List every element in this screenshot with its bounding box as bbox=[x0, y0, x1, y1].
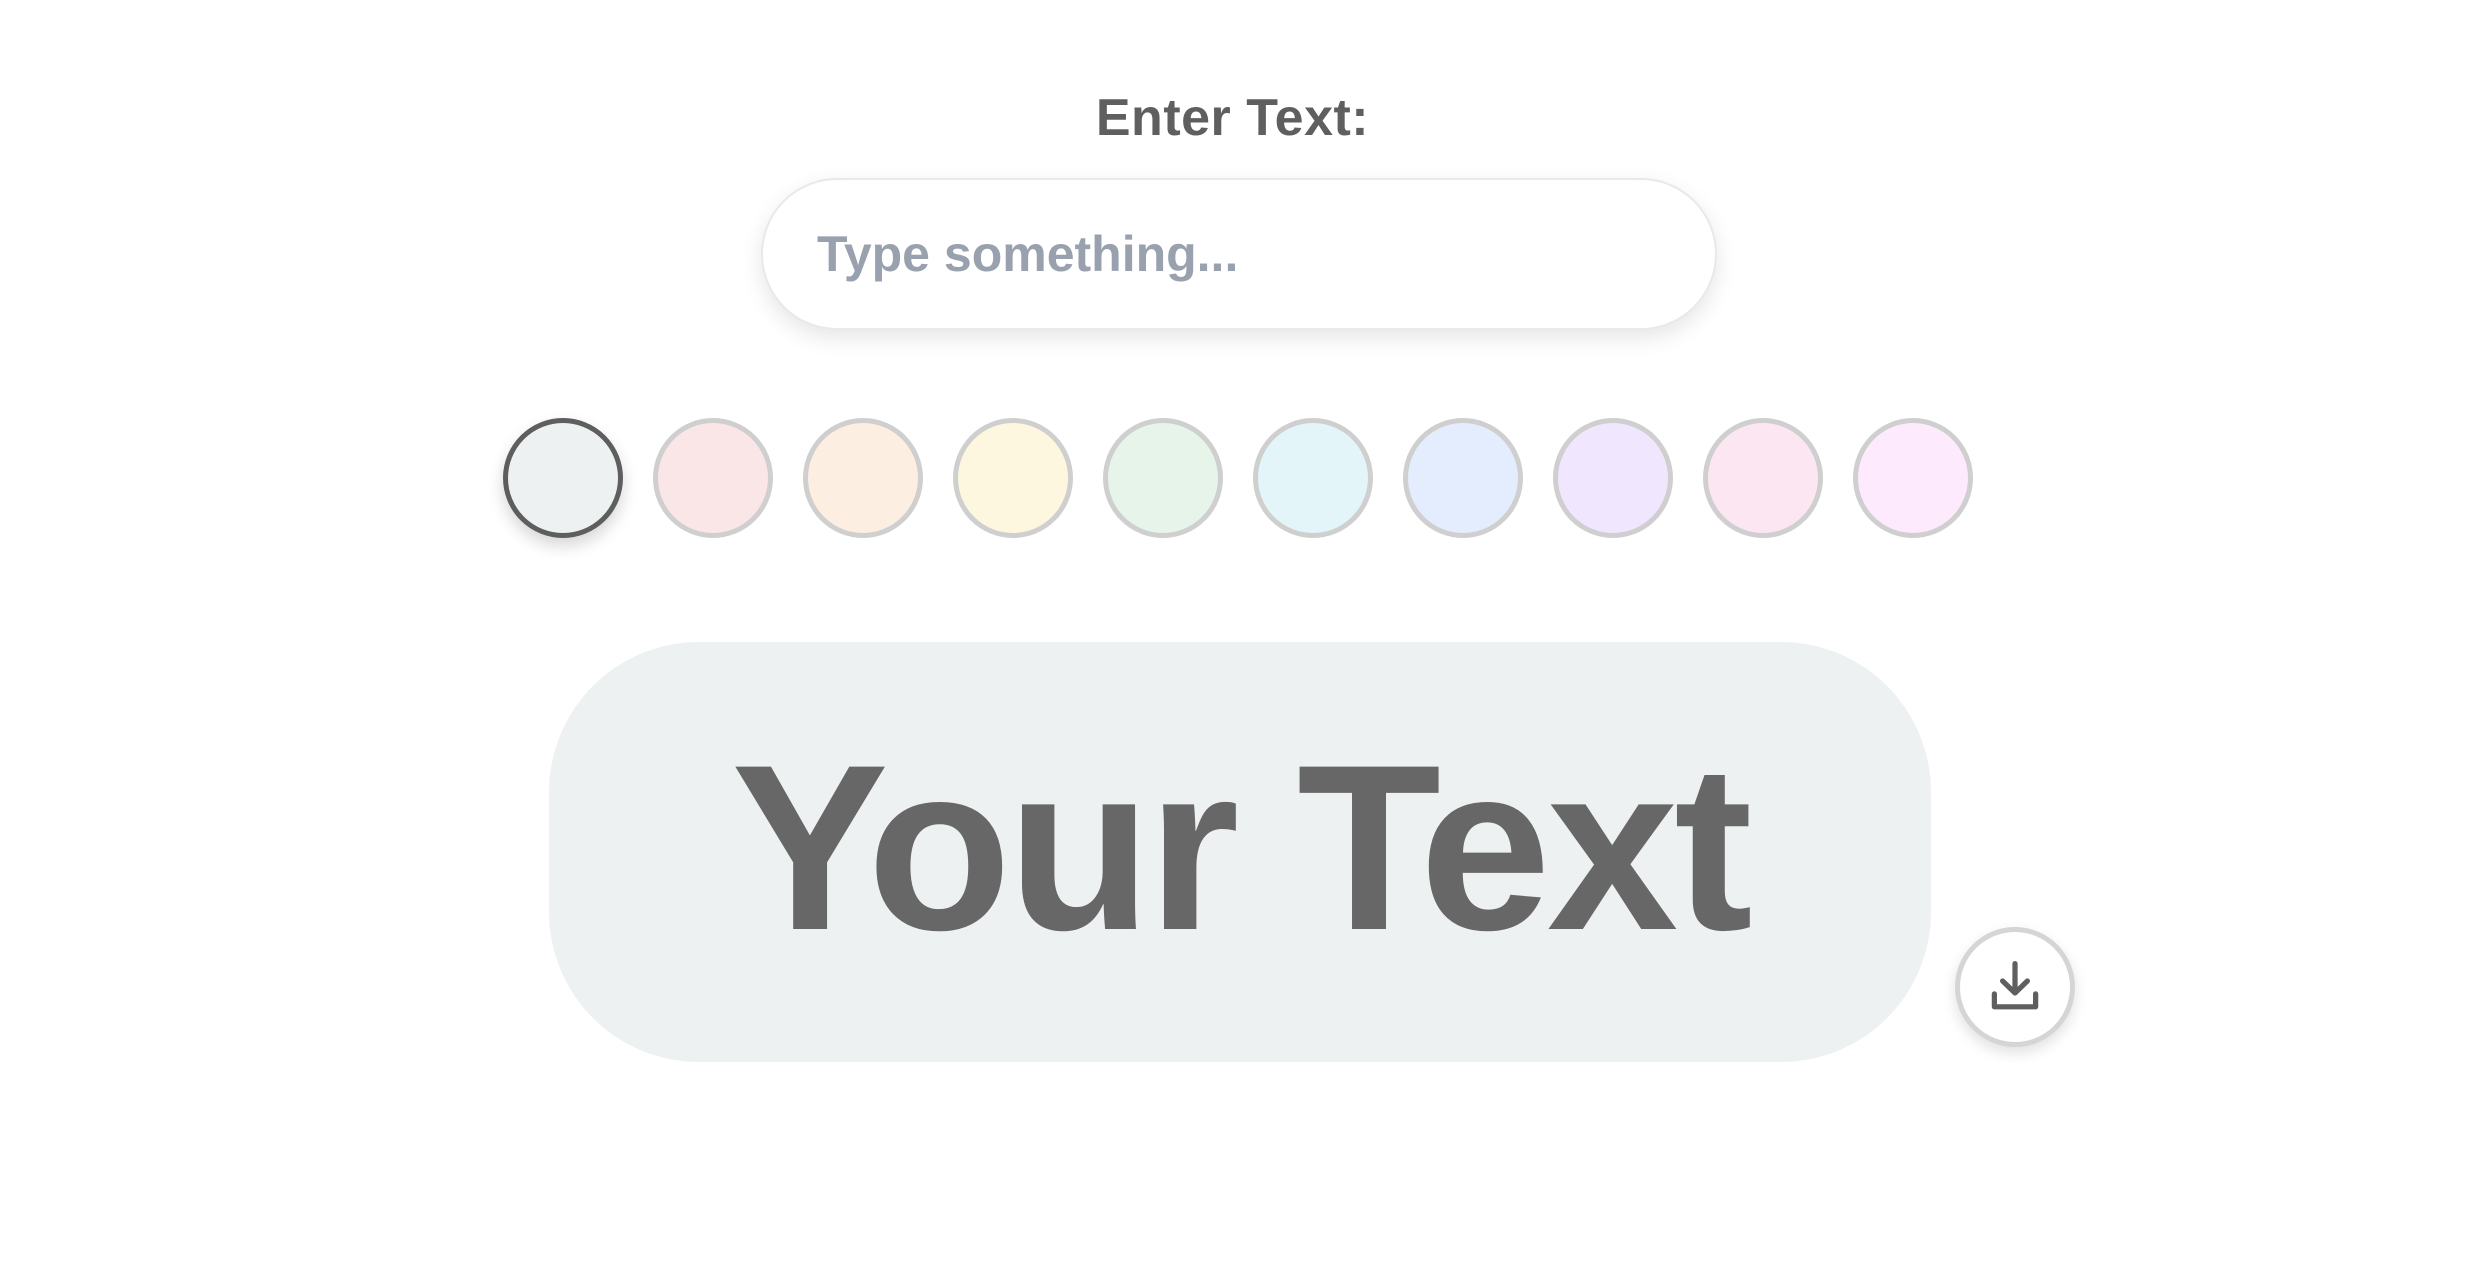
text-input[interactable] bbox=[763, 180, 1715, 328]
download-button[interactable] bbox=[1955, 927, 2075, 1047]
swatch-orange[interactable] bbox=[803, 418, 923, 538]
swatch-pink[interactable] bbox=[1703, 418, 1823, 538]
swatch-green[interactable] bbox=[1103, 418, 1223, 538]
swatch-cyan[interactable] bbox=[1253, 418, 1373, 538]
swatch-magenta[interactable] bbox=[1853, 418, 1973, 538]
preview-text: Your Text bbox=[731, 716, 1752, 980]
text-preview-card: Your Text bbox=[549, 642, 1931, 1062]
swatch-blue[interactable] bbox=[1403, 418, 1523, 538]
swatch-yellow[interactable] bbox=[953, 418, 1073, 538]
text-input-container bbox=[761, 178, 1717, 330]
enter-text-label: Enter Text: bbox=[1095, 89, 1370, 147]
swatch-purple[interactable] bbox=[1553, 418, 1673, 538]
color-swatch-row bbox=[503, 418, 1973, 540]
download-icon bbox=[1991, 961, 2039, 1010]
swatch-red[interactable] bbox=[653, 418, 773, 538]
swatch-gray[interactable] bbox=[503, 418, 623, 538]
